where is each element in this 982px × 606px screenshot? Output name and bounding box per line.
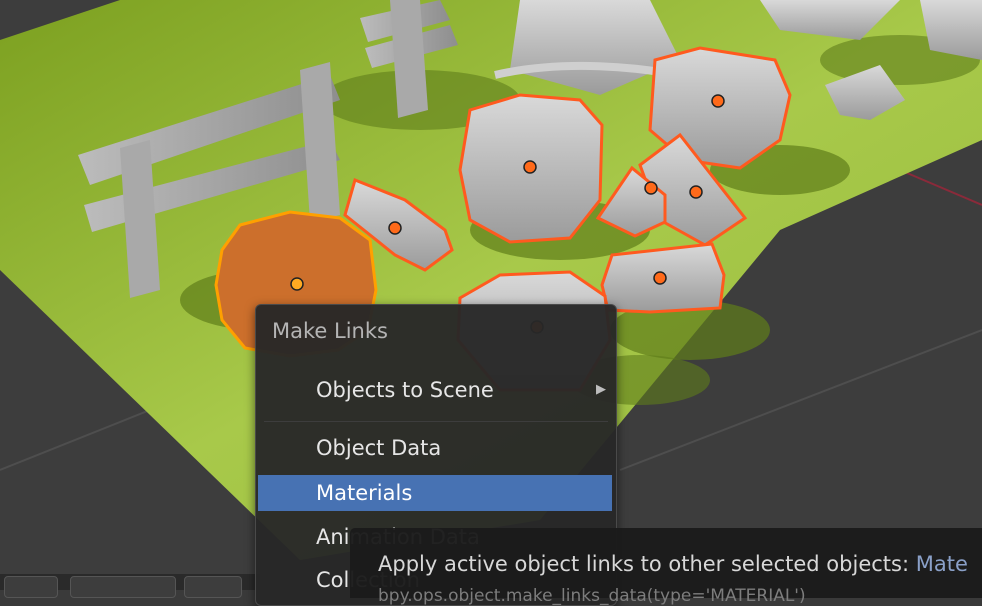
menu-item-object-data[interactable]: Object Data [258, 430, 612, 466]
menu-item-materials[interactable]: Materials [258, 475, 612, 511]
tooltip-python-ref: Mate [915, 552, 968, 576]
menu-title: Make Links [272, 319, 388, 343]
tooltip-description: Apply active object links to other selec… [378, 552, 968, 576]
overlay-button[interactable] [184, 576, 242, 598]
menu-item-label: Object Data [316, 436, 442, 460]
menu-separator [264, 421, 608, 422]
viewport-shading-button[interactable] [70, 576, 176, 598]
menu-item-label: Objects to Scene [316, 378, 494, 402]
select-box-icon[interactable] [4, 576, 58, 598]
menu-item-label: Materials [316, 481, 413, 505]
submenu-arrow-icon: ▶ [596, 382, 606, 397]
tooltip-text: Apply active object links to other selec… [378, 552, 910, 576]
operator-tooltip: Apply active object links to other selec… [350, 528, 982, 606]
menu-item-objects-to-scene[interactable]: Objects to Scene ▶ [258, 372, 612, 408]
tooltip-python-line: bpy.ops.object.make_links_data(type='MAT… [378, 586, 806, 606]
